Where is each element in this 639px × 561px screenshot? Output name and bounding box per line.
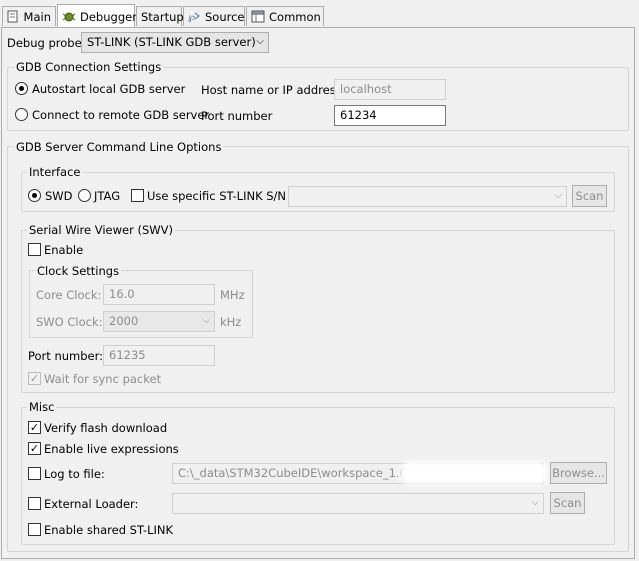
check-icon: ✓ bbox=[29, 372, 40, 385]
swo-clock-value: 2000 bbox=[109, 314, 139, 328]
log-to-file-checkbox[interactable] bbox=[28, 467, 41, 480]
debug-probe-label: Debug probe bbox=[7, 36, 82, 50]
tab-common-label: Common bbox=[269, 9, 321, 24]
debug-probe-select[interactable]: ST-LINK (ST-LINK GDB server) ⌵ bbox=[81, 32, 269, 53]
external-loader-select[interactable]: ⌵ bbox=[172, 493, 544, 514]
check-icon: ✓ bbox=[29, 421, 40, 434]
jtag-radio[interactable] bbox=[78, 189, 91, 202]
server-options-title: GDB Server Command Line Options bbox=[14, 140, 224, 154]
tab-debugger-label: Debugger bbox=[80, 9, 137, 24]
host-field[interactable]: localhost bbox=[334, 79, 446, 100]
external-loader-checkbox[interactable] bbox=[28, 497, 41, 510]
chevron-down-icon: ⌵ bbox=[531, 497, 539, 508]
remote-radio[interactable] bbox=[15, 108, 28, 121]
chevron-down-icon: ⌵ bbox=[256, 36, 264, 47]
log-to-file-label: Log to file: bbox=[44, 467, 105, 481]
sn-select[interactable]: ⌵ bbox=[288, 186, 567, 207]
debug-probe-value: ST-LINK (ST-LINK GDB server) bbox=[87, 35, 256, 49]
tab-main-label: Main bbox=[23, 9, 51, 24]
scan-loader-label: Scan bbox=[553, 496, 582, 510]
tab-startup[interactable]: Startup bbox=[136, 6, 184, 26]
tab-main[interactable]: Main bbox=[2, 6, 56, 26]
scan-loader-button[interactable]: Scan bbox=[550, 492, 585, 514]
interface-title: Interface bbox=[27, 165, 83, 179]
verify-flash-label: Verify flash download bbox=[44, 421, 168, 435]
autostart-label: Autostart local GDB server bbox=[32, 82, 186, 96]
jtag-label: JTAG bbox=[94, 189, 121, 203]
browse-label: Browse... bbox=[552, 466, 605, 480]
chevron-down-icon: ⌵ bbox=[202, 315, 210, 326]
main-icon bbox=[7, 10, 20, 24]
verify-flash-checkbox[interactable]: ✓ bbox=[28, 421, 41, 434]
tab-source-label: Source bbox=[205, 9, 245, 24]
debugger-icon bbox=[62, 10, 76, 24]
port-label: Port number bbox=[201, 109, 273, 123]
scan-sn-button[interactable]: Scan bbox=[572, 185, 607, 207]
swv-title: Serial Wire Viewer (SWV) bbox=[27, 223, 175, 237]
swv-enable-label: Enable bbox=[44, 243, 84, 257]
core-clock-unit: MHz bbox=[220, 288, 245, 302]
common-icon bbox=[251, 10, 265, 24]
check-icon: ✓ bbox=[29, 442, 40, 455]
tab-source[interactable]: ℘ Source bbox=[183, 6, 245, 26]
swo-clock-label: SWO Clock: bbox=[36, 315, 103, 329]
wait-sync-checkbox[interactable]: ✓ bbox=[28, 372, 41, 385]
use-specific-label: Use specific ST-LINK S/N bbox=[147, 189, 287, 203]
swv-port-field[interactable]: 61235 bbox=[103, 345, 215, 366]
swv-enable-checkbox[interactable] bbox=[28, 243, 41, 256]
shared-stlink-checkbox[interactable] bbox=[28, 523, 41, 536]
swd-label: SWD bbox=[45, 189, 73, 203]
autostart-radio[interactable] bbox=[15, 82, 28, 95]
scan-sn-label: Scan bbox=[575, 189, 604, 203]
remote-label: Connect to remote GDB server bbox=[32, 108, 210, 122]
misc-title: Misc bbox=[27, 400, 57, 414]
chevron-down-icon: ⌵ bbox=[554, 190, 562, 201]
swo-clock-select[interactable]: 2000 ⌵ bbox=[103, 311, 215, 332]
swv-port-label: Port number: bbox=[28, 349, 104, 363]
live-expressions-checkbox[interactable]: ✓ bbox=[28, 442, 41, 455]
source-icon: ℘ bbox=[188, 10, 201, 24]
redaction-mark bbox=[400, 461, 548, 485]
core-clock-field[interactable]: 16.0 bbox=[103, 284, 215, 305]
port-field[interactable]: 61234 bbox=[334, 105, 446, 126]
swo-clock-unit: kHz bbox=[220, 315, 242, 329]
use-specific-checkbox[interactable] bbox=[131, 189, 144, 202]
swd-radio[interactable] bbox=[28, 189, 41, 202]
tab-common[interactable]: Common bbox=[246, 6, 324, 26]
external-loader-label: External Loader: bbox=[44, 497, 139, 511]
gdb-connection-title: GDB Connection Settings bbox=[14, 60, 164, 74]
host-label: Host name or IP address bbox=[201, 83, 342, 97]
tab-startup-label: Startup bbox=[141, 9, 184, 24]
core-clock-label: Core Clock: bbox=[36, 288, 102, 302]
wait-sync-label: Wait for sync packet bbox=[44, 372, 162, 386]
tab-debugger[interactable]: Debugger bbox=[57, 4, 137, 28]
svg-text:℘: ℘ bbox=[188, 12, 195, 23]
tab-bar: Main Debugger Startup ℘ Source Common bbox=[0, 0, 639, 28]
shared-stlink-label: Enable shared ST-LINK bbox=[44, 523, 174, 537]
live-expressions-label: Enable live expressions bbox=[44, 442, 179, 456]
clock-settings-title: Clock Settings bbox=[35, 264, 122, 278]
browse-button[interactable]: Browse... bbox=[550, 462, 607, 484]
